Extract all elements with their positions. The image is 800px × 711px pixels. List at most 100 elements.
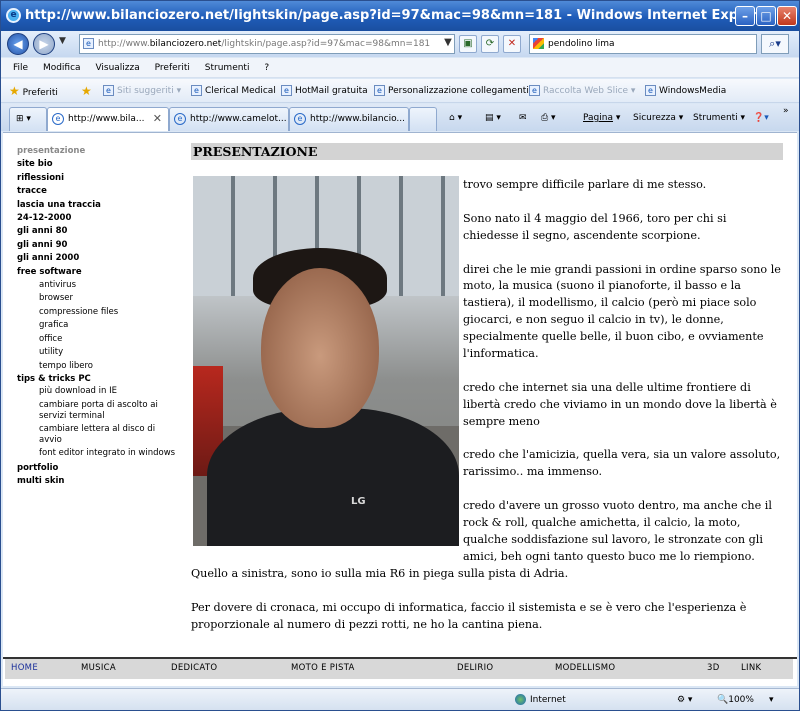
compatibility-icon[interactable]: ▣	[459, 35, 477, 53]
menu-file[interactable]: File	[13, 58, 28, 78]
sidebar-item-anni-80[interactable]: gli anni 80	[17, 225, 177, 238]
menu-help[interactable]: ?	[264, 58, 269, 78]
tab-ie-icon: e	[52, 113, 64, 125]
tab-bilanciozero-2[interactable]: e http://www.bilancio...	[289, 107, 409, 131]
sidebar-subitem-tempo-libero[interactable]: tempo libero	[17, 360, 177, 373]
fav-item-label: HotMail gratuita	[295, 86, 368, 96]
search-input[interactable]: pendolino lima	[529, 34, 757, 54]
google-icon	[533, 38, 544, 49]
bottom-nav-dedicato[interactable]: DEDICATO	[171, 663, 217, 673]
bottom-nav-modellismo[interactable]: MODELLISMO	[555, 663, 615, 673]
tab-ie-icon: e	[174, 113, 186, 125]
fav-item-personalizzazione[interactable]: e Personalizzazione collegamenti	[374, 79, 529, 103]
fav-item-hotmail[interactable]: e HotMail gratuita	[281, 79, 368, 103]
bottom-nav-moto-pista[interactable]: MOTO E PISTA	[291, 663, 355, 673]
tab-bilanciozero-1[interactable]: e http://www.bila... ✕	[47, 107, 169, 131]
fav-item-label: Siti suggeriti	[117, 86, 174, 96]
tab-label: http://www.bila...	[68, 114, 145, 124]
fav-item-suggested[interactable]: e Siti suggeriti ▾	[103, 79, 181, 103]
bottom-nav-3d[interactable]: 3D	[707, 663, 720, 673]
bio-paragraph: credo che internet sia una delle ultime …	[463, 380, 777, 428]
sidebar-item-presentazione[interactable]: presentazione	[17, 145, 177, 158]
sidebar-subitem-browser[interactable]: browser	[17, 292, 177, 305]
menu-preferiti[interactable]: Preferiti	[155, 58, 190, 78]
sidebar-item-riflessioni[interactable]: riflessioni	[17, 172, 177, 185]
mail-icon[interactable]: ✉	[519, 107, 527, 129]
window-title: http://www.bilanciozero.net/lightskin/pa…	[25, 8, 774, 23]
sidebar-subitem-antivirus[interactable]: antivirus	[17, 279, 177, 292]
sidebar-subitem-lettera-disco[interactable]: cambiare lettera al disco di avvio	[17, 424, 177, 446]
add-favorite-icon[interactable]: ★	[81, 79, 92, 103]
fav-item-web-slice[interactable]: e Raccolta Web Slice ▾	[529, 79, 635, 103]
sidebar-subitem-office[interactable]: office	[17, 333, 177, 346]
bottom-nav-link[interactable]: LINK	[741, 663, 761, 673]
sidebar-item-24-12-2000[interactable]: 24-12-2000	[17, 212, 177, 225]
sidebar-subitem-font-editor[interactable]: font editor integrato in windows	[17, 448, 177, 459]
sidebar-item-multi-skin[interactable]: multi skin	[17, 475, 177, 488]
back-button[interactable]: ◀	[7, 33, 29, 55]
search-button[interactable]: ⌕▾	[761, 34, 789, 54]
ie-logo-icon: e	[6, 8, 21, 23]
bottom-nav-delirio[interactable]: DELIRIO	[457, 663, 493, 673]
refresh-icon[interactable]: ⟳	[481, 35, 499, 53]
title-bar: e http://www.bilanciozero.net/lightskin/…	[1, 1, 799, 31]
tab-ie-icon: e	[294, 113, 306, 125]
close-button[interactable]: ✕	[777, 6, 797, 26]
address-prefix: http://www.	[98, 39, 150, 49]
sidebar-item-site-bio[interactable]: site bio	[17, 158, 177, 171]
fav-item-clerical[interactable]: e Clerical Medical	[191, 79, 276, 103]
new-tab-button[interactable]	[409, 107, 437, 131]
stop-icon[interactable]: ✕	[503, 35, 521, 53]
page-content: presentazione site bio riflessioni tracc…	[3, 132, 797, 686]
page-menu[interactable]: Pagina ▾	[583, 107, 620, 129]
forward-button[interactable]: ▶	[33, 33, 55, 55]
sidebar-item-portfolio[interactable]: portfolio	[17, 462, 177, 475]
history-dropdown-icon[interactable]: ▼	[59, 36, 66, 46]
bottom-nav-home[interactable]: HOME	[11, 663, 38, 673]
sidebar-subitem-utility[interactable]: utility	[17, 346, 177, 359]
maximize-button[interactable]: □	[756, 6, 776, 26]
address-domain: bilanciozero.net	[149, 39, 222, 49]
sidebar-item-free-software[interactable]: free software	[17, 266, 177, 279]
fav-item-windowsmedia[interactable]: e WindowsMedia	[645, 79, 726, 103]
star-icon: ★	[9, 84, 20, 98]
bio-paragraph: Per dovere di cronaca, mi occupo di info…	[191, 600, 747, 631]
menu-modifica[interactable]: Modifica	[43, 58, 81, 78]
sidebar-item-anni-2000[interactable]: gli anni 2000	[17, 252, 177, 265]
zoom-control[interactable]: 🔍100%	[717, 689, 754, 711]
sidebar-item-lascia-traccia[interactable]: lascia una traccia	[17, 199, 177, 212]
menu-visualizza[interactable]: Visualizza	[95, 58, 139, 78]
sidebar-item-tracce[interactable]: tracce	[17, 185, 177, 198]
zoom-label: 100%	[728, 695, 754, 705]
bio-footer-text: Quello a sinistra, sono io sulla mia R6 …	[191, 566, 787, 651]
quick-tabs-button[interactable]: ⊞ ▾	[9, 107, 47, 131]
feeds-icon[interactable]: ▤ ▾	[485, 107, 501, 129]
sidebar-item-tips[interactable]: tips & tricks PC	[17, 373, 177, 386]
sidebar-item-anni-90[interactable]: gli anni 90	[17, 239, 177, 252]
zoom-dropdown-icon[interactable]: ▾	[769, 689, 774, 711]
sidebar-subitem-compressione[interactable]: compressione files	[17, 306, 177, 319]
print-icon[interactable]: ⎙ ▾	[541, 107, 556, 129]
help-icon[interactable]: ❓▾	[753, 107, 769, 129]
address-bar[interactable]: e http://www.bilanciozero.net/lightskin/…	[79, 34, 455, 54]
security-menu[interactable]: Sicurezza ▾	[633, 107, 683, 129]
menu-strumenti[interactable]: Strumenti	[205, 58, 250, 78]
security-menu-label: Sicurezza	[633, 113, 676, 123]
bio-paragraph: Sono nato il 4 maggio del 1966, toro per…	[463, 211, 727, 242]
sidebar-subitem-download-ie[interactable]: più download in IE	[17, 386, 177, 397]
search-value: pendolino lima	[548, 39, 615, 49]
more-commands-icon[interactable]: »	[783, 100, 789, 122]
tab-camelot[interactable]: e http://www.camelot...	[169, 107, 289, 131]
home-icon[interactable]: ⌂ ▾	[449, 107, 462, 129]
sidebar-subitem-grafica[interactable]: grafica	[17, 319, 177, 332]
fav-item-label: Clerical Medical	[205, 86, 276, 96]
sidebar-subitem-porta-ascolto[interactable]: cambiare porta di ascolto ai servizi ter…	[17, 400, 177, 422]
minimize-button[interactable]: –	[735, 6, 755, 26]
protected-mode-icon[interactable]: ⚙ ▾	[677, 689, 692, 711]
address-dropdown-icon[interactable]: ▼	[439, 35, 457, 53]
tab-close-icon[interactable]: ✕	[153, 108, 162, 130]
bottom-nav-musica[interactable]: MUSICA	[81, 663, 116, 673]
tools-menu[interactable]: Strumenti ▾	[693, 107, 745, 129]
favorites-button[interactable]: ★ Preferiti	[9, 79, 58, 105]
address-path: /lightskin/page.asp?id=97&mac=98&mn=181	[221, 39, 431, 49]
